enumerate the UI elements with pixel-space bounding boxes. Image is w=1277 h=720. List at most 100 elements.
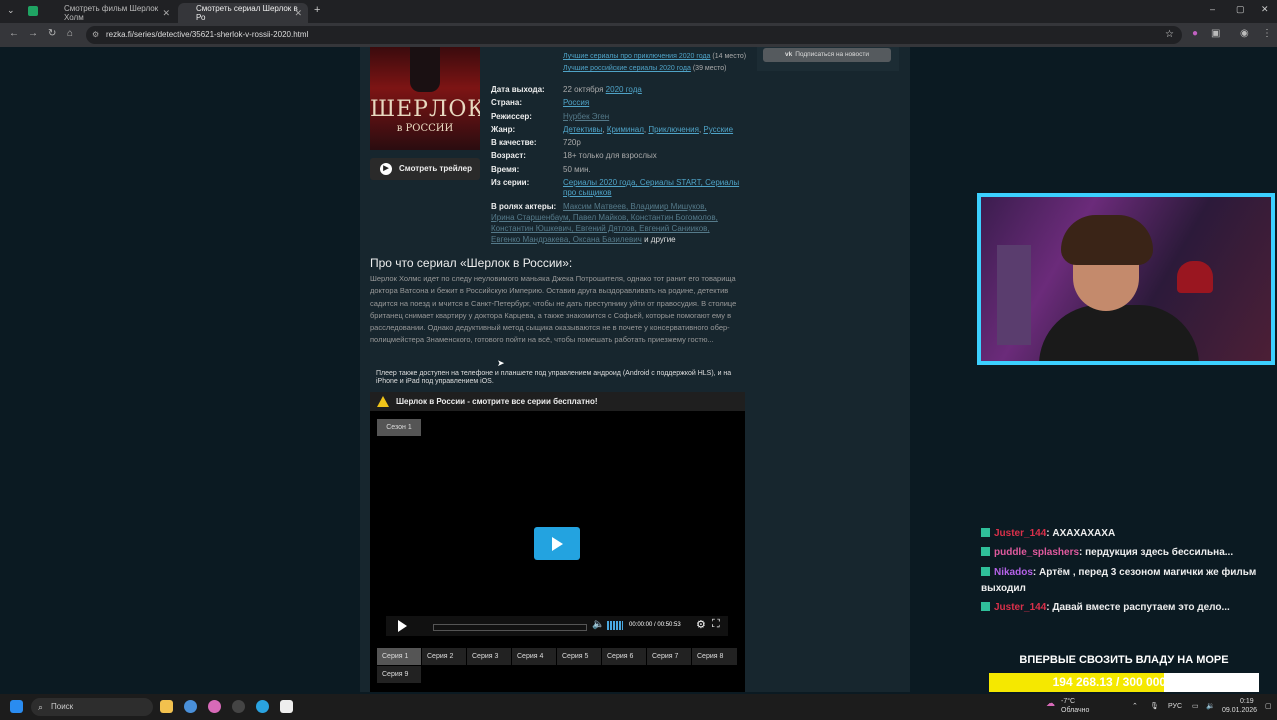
maximize-icon[interactable]: ▢ [1236,4,1245,15]
notification-icon[interactable]: ▢ [1265,702,1272,710]
bookmark-star-icon[interactable]: ☆ [1165,26,1174,44]
player-controls: 🔈 00:00:00 / 00:50:53 ⚙ ⛶ [386,616,728,636]
new-tab-icon[interactable]: + [314,4,320,16]
close-icon[interactable]: ✕ [162,8,170,19]
country-link[interactable]: Россия [563,98,589,107]
series-links-cont[interactable]: про сыщиков [563,188,612,197]
close-icon[interactable]: ✕ [294,8,302,19]
episode-button-3[interactable]: Серия 3 [467,648,511,665]
right-column: vk Подписаться на новости [757,47,899,71]
tab-sherlock-series[interactable]: Смотреть сериал Шерлок в Ро ✕ [178,3,308,23]
tray-chevron-icon[interactable]: ⌃ [1132,702,1138,710]
music-app-icon[interactable] [208,700,221,713]
windows-start-icon[interactable] [10,700,23,713]
progress-bar[interactable] [433,624,587,631]
episode-button-5[interactable]: Серия 5 [557,648,601,665]
chat-username: Juster_144 [994,528,1047,539]
volume-slider[interactable] [607,621,623,630]
webcam-feed [981,197,1271,361]
clock-date[interactable]: 09.01.2026 [1222,707,1257,714]
chat-badge-icon [981,547,990,556]
cast-links[interactable]: Максим Матвеев, Владимир Мишуков, [563,202,707,211]
address-bar: ← → ↻ ⌂ ⚙ rezka.fi/series/detective/3562… [0,23,1277,47]
chat-username: puddle_splashers [994,547,1080,558]
series-label: Из серии: [491,178,530,187]
clock-time[interactable]: 0:19 [1240,698,1254,705]
genre-link[interactable]: Криминал [607,125,644,134]
cast-links[interactable]: Константин Юшкевич, Евгений Дятлов, Евге… [491,224,710,233]
tab-bar: ⌄ Смотреть фильм Шерлок Холм ✕ Смотреть … [0,0,1277,23]
language-indicator[interactable]: РУС [1168,703,1182,710]
series-links[interactable]: Сериалы 2020 года, Сериалы START, Сериал… [563,178,739,187]
settings-icon[interactable]: ⚙ [696,618,706,631]
fullscreen-icon[interactable]: ⛶ [712,618,720,631]
chat-text: : АХАХАХАХА [1046,528,1116,539]
episode-button-9[interactable]: Серия 9 [377,666,421,683]
menu-icon[interactable]: ⋮ [1262,28,1272,39]
release-year-link[interactable]: 2020 года [606,85,642,94]
release-label: Дата выхода: [491,85,545,94]
episode-button-6[interactable]: Серия 6 [602,648,646,665]
season-tab[interactable]: Сезон 1 [377,419,421,436]
network-icon[interactable]: ▭ [1192,702,1199,710]
donation-goal-bar: 194 268.13 / 300 000 RUB [989,673,1259,692]
poster-subtitle: в РОССИИ [396,123,454,134]
volume-tray-icon[interactable]: 🔉 [1206,702,1215,710]
cast-links[interactable]: Ирина Старшенбаум, Павел Майков, Констан… [491,213,718,222]
forward-icon[interactable]: → [28,28,38,39]
genre-label: Жанр: [491,125,516,134]
video-player[interactable]: Сезон 1 🔈 00:00:00 / 00:50:53 ⚙ ⛶ Серия … [370,411,745,692]
reload-icon[interactable]: ↻ [48,28,56,39]
episode-button-1[interactable]: Серия 1 [377,648,421,665]
minimize-icon[interactable]: – [1210,4,1215,14]
telegram-icon[interactable] [256,700,269,713]
episode-button-8[interactable]: Серия 8 [692,648,737,665]
director-value: Нурбек Эген [563,112,609,121]
app-icon[interactable] [280,700,293,713]
extensions-puzzle-icon[interactable]: ▣ [1211,28,1220,39]
taskbar-search[interactable]: ⌕ Поиск [31,698,153,716]
home-icon[interactable]: ⌂ [67,28,73,39]
back-icon[interactable]: ← [9,28,19,39]
tab-list-icon[interactable]: ⌄ [7,5,15,16]
age-value: 18+ только для взрослых [563,151,657,160]
top-list-link[interactable]: Лучшие сериалы про приключения 2020 года… [563,53,746,60]
tab-sherlock-film[interactable]: Смотреть фильм Шерлок Холм ✕ [46,3,176,23]
top-list-link[interactable]: Лучшие российские сериалы 2020 года (39 … [563,65,726,72]
profile-icon[interactable]: ◉ [1240,28,1249,39]
weather-desc: Облачно [1061,707,1090,714]
genre-link[interactable]: Приключения [648,125,699,134]
search-icon: ⌕ [38,702,44,712]
vk-subscribe-button[interactable]: vk Подписаться на новости [763,48,891,62]
big-play-button[interactable] [534,527,580,560]
volume-icon[interactable]: 🔈 [592,619,604,630]
episode-button-2[interactable]: Серия 2 [422,648,466,665]
site-info-icon[interactable]: ⚙ [92,26,99,44]
chat-badge-icon [981,567,990,576]
play-icon: ▶ [380,163,392,175]
genre-value: Детективы, Криминал, Приключения, Русски… [563,125,734,134]
poster-title: ШЕРЛОК [370,97,480,122]
poster-image[interactable]: ШЕРЛОК в РОССИИ [370,47,480,150]
window-close-icon[interactable]: ✕ [1261,4,1269,15]
url-input[interactable]: ⚙ rezka.fi/series/detective/35621-sherlo… [86,26,1182,44]
release-value: 22 октября 2020 года [563,85,642,94]
microphone-icon[interactable]: 🎙 [1150,702,1159,710]
genre-link[interactable]: Русские [703,125,733,134]
chat-badge-icon [981,602,990,611]
file-explorer-icon[interactable] [160,700,173,713]
director-link[interactable]: Нурбек Эген [563,112,609,121]
warning-icon [377,396,389,407]
watch-trailer-button[interactable]: ▶ Смотреть трейлер [370,158,480,180]
episode-button-4[interactable]: Серия 4 [512,648,556,665]
weather-temp: -7°C [1061,698,1076,705]
obs-icon[interactable] [232,700,245,713]
url-text: rezka.fi/series/detective/35621-sherlok-… [106,30,309,39]
sheets-tab-icon[interactable] [28,6,38,16]
episode-button-7[interactable]: Серия 7 [647,648,691,665]
play-icon[interactable] [398,620,407,632]
genre-link[interactable]: Детективы [563,125,602,134]
weather-widget[interactable]: ☁ [1046,698,1055,709]
chrome-icon[interactable] [184,700,197,713]
extension-icon[interactable]: ● [1192,28,1198,39]
